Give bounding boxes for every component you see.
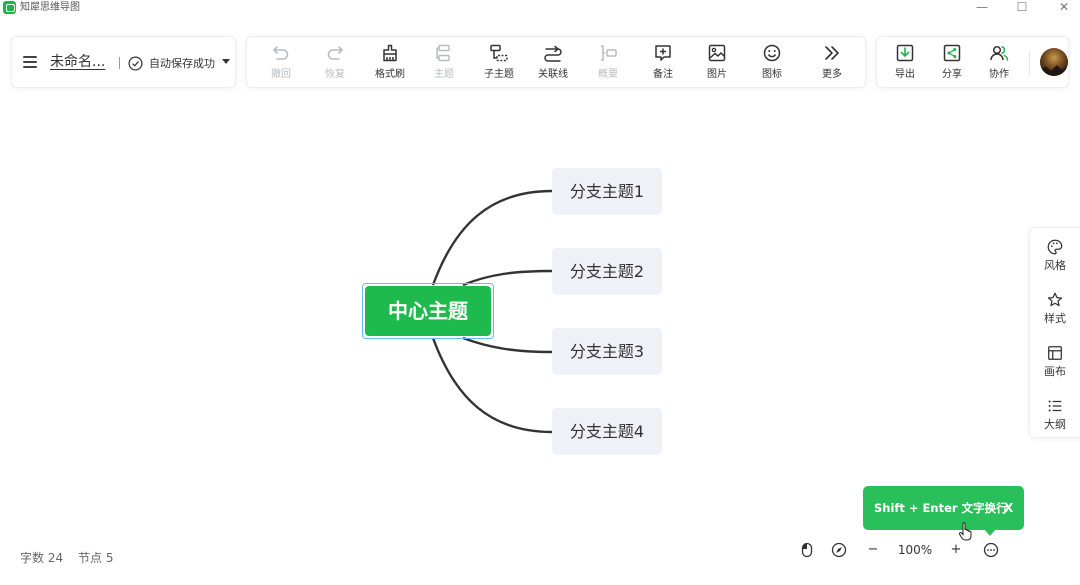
toast-close-button[interactable]: X (1004, 500, 1013, 516)
branch-topic-4[interactable]: 分支主题4 (552, 408, 662, 455)
outline-icon (1048, 400, 1062, 412)
palette-icon (1047, 239, 1063, 255)
toast-message: Shift + Enter 文字换行 (874, 501, 1008, 515)
branch-topic-1[interactable]: 分支主题1 (552, 168, 662, 215)
branch-topic-3[interactable]: 分支主题3 (552, 328, 662, 375)
side-item-canvas[interactable]: 画布 (1030, 338, 1080, 384)
side-item-style[interactable]: 样式 (1030, 285, 1080, 331)
side-item-theme[interactable]: 风格 (1030, 232, 1080, 278)
locate-icon (831, 542, 847, 558)
zoom-level: 100% (897, 543, 933, 557)
side-panel: 风格 样式 画布 大纲 (1029, 227, 1080, 438)
node-count: 节点 5 (78, 551, 114, 565)
word-count: 字数 24 (20, 551, 64, 565)
style-icon (1047, 292, 1063, 307)
hand-cursor-icon (958, 522, 972, 541)
mouse-mode-button[interactable] (798, 540, 816, 560)
shortcut-toast: Shift + Enter 文字换行 X (863, 486, 1024, 530)
zoom-out-button[interactable]: − (864, 540, 882, 560)
toast-pointer (984, 529, 996, 536)
canvas-icon (1048, 346, 1062, 360)
branch-topic-2[interactable]: 分支主题2 (552, 248, 662, 295)
locate-button[interactable] (830, 540, 848, 560)
more-options-button[interactable] (982, 540, 1000, 560)
mouse-icon (801, 542, 813, 558)
more-horizontal-icon (983, 542, 999, 558)
side-item-outline[interactable]: 大纲 (1030, 391, 1080, 437)
zoom-in-button[interactable]: + (947, 540, 965, 560)
center-topic-selection[interactable]: 中心主题 (362, 283, 494, 339)
center-topic[interactable]: 中心主题 (365, 286, 491, 336)
